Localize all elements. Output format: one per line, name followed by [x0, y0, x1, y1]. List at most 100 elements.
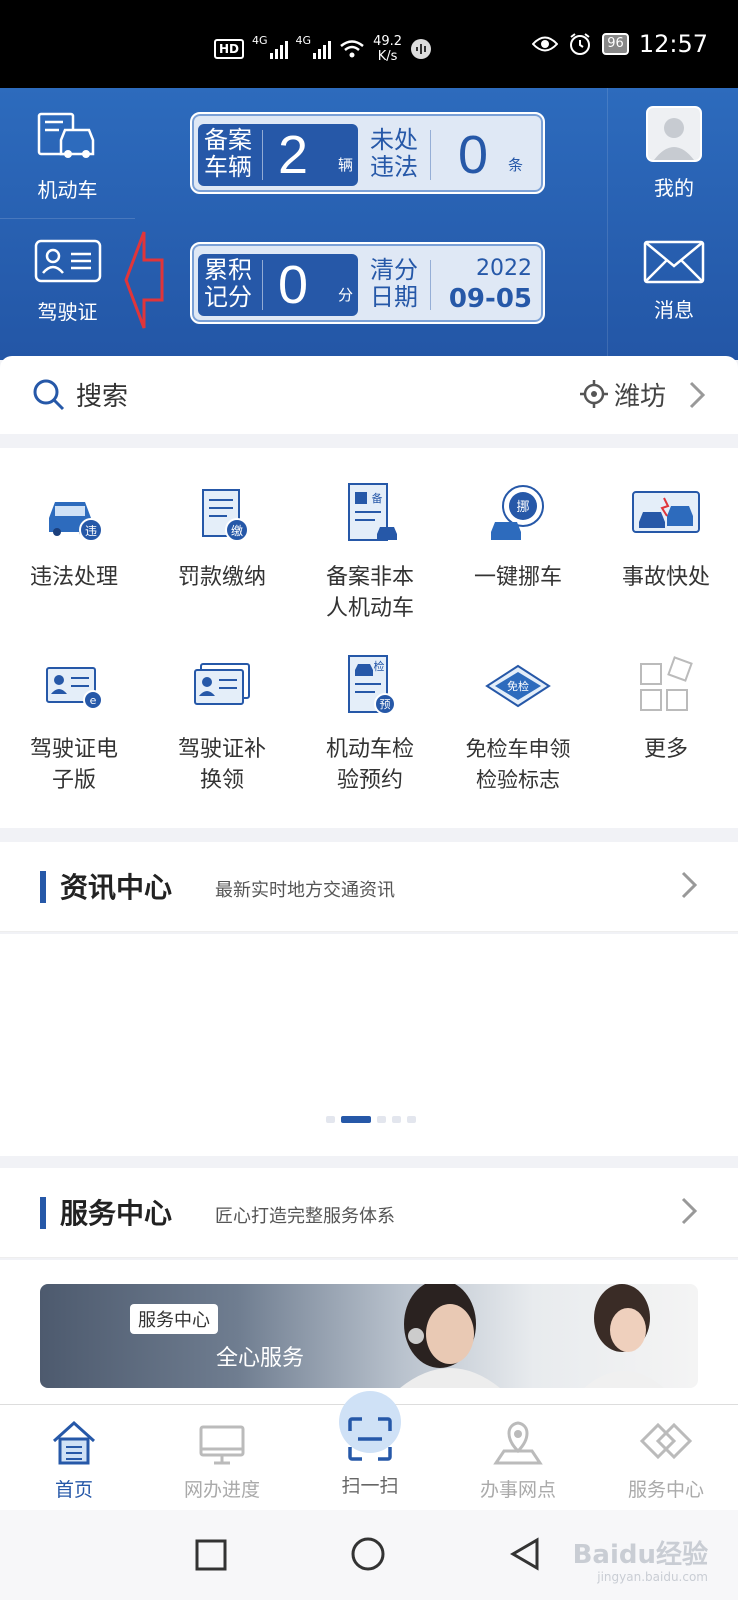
pending-violations-panel: 未处 违法 0 条 [368, 124, 538, 186]
nav-service-center[interactable]: 服务中心 [592, 1419, 738, 1502]
news-subtitle: 最新实时地方交通资讯 [215, 880, 395, 901]
grid-label: 免检车申领 检验标志 [465, 737, 571, 792]
map-pin-icon [493, 1421, 543, 1465]
grid-item-license-renew[interactable]: 驾驶证补 换领 [148, 652, 296, 796]
news-carousel[interactable] [0, 934, 738, 1156]
clear-date-panel: 清分 日期 2022 09-05 [368, 254, 538, 316]
speed-unit: K/s [377, 49, 398, 64]
register-vehicle-icon: 备 [348, 483, 397, 541]
violation-badge-text: 违 [85, 524, 97, 538]
fine-payment-icon: 缴 [202, 489, 249, 542]
grid-item-e-license[interactable]: e 驾驶证电 子版 [0, 652, 148, 796]
registered-vehicles-label: 备案 车辆 [204, 126, 252, 181]
carousel-dot [377, 1116, 386, 1123]
search-icon [33, 379, 65, 411]
grid-item-register-vehicle[interactable]: 备 备案非本 人机动车 [296, 480, 444, 624]
card-deco [212, 320, 362, 324]
bottom-navigation: 首页 网办进度 扫一扫 办事网点 服务中心 [0, 1391, 738, 1510]
grid-label: 更多 [643, 737, 688, 762]
clear-date-day: 09-05 [448, 284, 532, 314]
home-button[interactable] [350, 1536, 386, 1572]
envelope-icon [643, 240, 705, 284]
chevron-right-icon[interactable] [680, 1196, 698, 1226]
nav-service-points[interactable]: 办事网点 [444, 1419, 592, 1502]
separator [262, 130, 263, 180]
registered-vehicles-panel: 备案 车辆 2 辆 [198, 124, 358, 186]
grid-item-exempt-inspection[interactable]: 免检 免检车申领 检验标志 [444, 652, 592, 796]
carousel-dot-active [341, 1116, 371, 1123]
carousel-dot [392, 1116, 401, 1123]
mine-label: 我的 [654, 176, 694, 200]
speed-value: 49.2 [373, 34, 403, 49]
recent-apps-button[interactable] [194, 1538, 228, 1572]
grid-label: 驾驶证补 换领 [177, 737, 266, 793]
grid-label: 事故快处 [621, 565, 710, 590]
license-summary-card[interactable]: 累积 记分 0 分 清分 日期 2022 09-05 [190, 242, 545, 324]
service-title: 服务中心 [60, 1197, 173, 1230]
service-body: 服务中心 全心服务 [0, 1260, 738, 1405]
e-license-badge-text: e [90, 694, 97, 707]
clock: 12:57 [638, 30, 708, 58]
clear-date-label: 清分 日期 [370, 256, 418, 311]
avatar [646, 106, 702, 162]
signal-icon-2 [313, 39, 332, 59]
service-banner[interactable]: 服务中心 全心服务 [40, 1284, 698, 1388]
grid-item-accident[interactable]: 事故快处 [592, 480, 738, 593]
news-section-header[interactable]: 资讯中心 最新实时地方交通资讯 [0, 842, 738, 932]
accident-icon [632, 491, 700, 533]
nav-progress[interactable]: 网办进度 [148, 1419, 296, 1502]
registered-vehicles-count: 2 [278, 125, 309, 185]
service-section-header[interactable]: 服务中心 匠心打造完整服务体系 [0, 1168, 738, 1258]
license-label: 驾驶证 [37, 300, 98, 324]
message-entry[interactable]: 消息 [610, 240, 738, 323]
search-bar[interactable]: 搜索 潍坊 [0, 356, 738, 434]
monitor-icon [199, 1425, 245, 1465]
nav-label: 办事网点 [479, 1479, 556, 1501]
inspection-booking-icon: 检预 [348, 655, 396, 715]
chevron-right-icon[interactable] [680, 870, 698, 900]
more-grid-icon [640, 656, 693, 711]
network-4g-label-2: 4G [295, 34, 312, 47]
accumulated-points-unit: 分 [338, 286, 354, 304]
nav-scan[interactable]: 扫一扫 [296, 1391, 444, 1498]
exempt-inspection-icon: 免检 [485, 664, 551, 708]
grid-label: 违法处理 [29, 565, 118, 590]
nav-label: 网办进度 [183, 1479, 260, 1501]
license-renew-icon [194, 663, 250, 705]
inspect-badge-text: 检 [374, 659, 385, 673]
grid-item-move-car[interactable]: 挪 一键挪车 [444, 480, 592, 593]
hd-badge: HD [214, 39, 245, 59]
clear-date-year: 2022 [476, 256, 532, 281]
search-input[interactable]: 搜索 [76, 376, 128, 413]
vehicle-summary-card[interactable]: 备案 车辆 2 辆 未处 违法 0 条 [190, 112, 545, 194]
vehicle-icon [37, 112, 94, 158]
grid-label: 机动车检 验预约 [325, 737, 414, 793]
customer-service-photo [400, 1284, 664, 1388]
nav-home[interactable]: 首页 [0, 1419, 148, 1502]
grid-item-inspection-booking[interactable]: 检预 机动车检 验预约 [296, 652, 444, 796]
separator [262, 260, 263, 310]
banner-tag: 服务中心 [130, 1304, 218, 1334]
mine-entry[interactable]: 我的 [610, 106, 738, 201]
service-subtitle: 匠心打造完整服务体系 [215, 1206, 395, 1227]
header-dashboard: 机动车 驾驶证 备案 车辆 2 辆 未处 违法 0 条 累积 记分 0 分 清分… [0, 88, 738, 360]
vehicle-entry[interactable]: 机动车 [0, 110, 135, 203]
booking-badge-text: 预 [380, 698, 391, 711]
pending-violations-count: 0 [458, 125, 489, 185]
grid-item-fine[interactable]: 缴 罚款缴纳 [148, 480, 296, 593]
baidu-watermark: Baidu经验 [572, 1540, 708, 1570]
grid-label: 备案非本 人机动车 [325, 565, 414, 621]
status-right: 96 12:57 [532, 30, 708, 58]
grid-item-more[interactable]: 更多 [592, 652, 738, 765]
move-badge-text: 挪 [516, 500, 529, 515]
grid-label: 驾驶证电 子版 [29, 737, 118, 793]
pending-violations-label: 未处 违法 [370, 126, 418, 181]
card-deco [489, 112, 529, 116]
grid-item-violation[interactable]: 违 违法处理 [0, 480, 148, 593]
section-accent-bar [40, 871, 46, 903]
wifi-icon [340, 40, 364, 58]
chevron-right-icon[interactable] [688, 380, 706, 410]
location-selector[interactable]: 潍坊 [614, 376, 666, 413]
back-button[interactable] [508, 1536, 542, 1572]
license-entry[interactable]: 驾驶证 [0, 238, 135, 325]
